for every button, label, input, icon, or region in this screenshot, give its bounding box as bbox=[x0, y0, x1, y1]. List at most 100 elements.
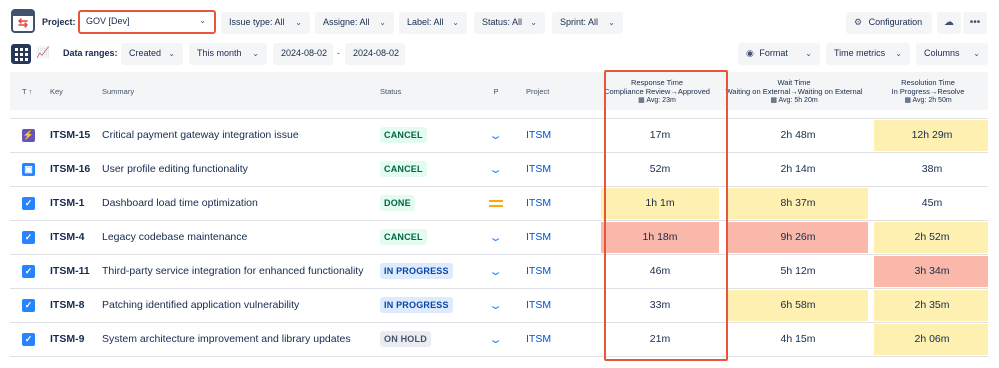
issue-type-task-icon: ✓ bbox=[22, 332, 35, 346]
issue-type-service-icon: ▣ bbox=[22, 162, 35, 176]
time-metrics-button[interactable]: Time metrics ⌄ bbox=[826, 43, 910, 65]
issue-summary[interactable]: Legacy codebase maintenance bbox=[96, 220, 374, 255]
project-select[interactable]: GOV [Dev] ⌄ bbox=[80, 12, 214, 32]
column-header-wait-time[interactable]: Wait Time Waiting on External→Waiting on… bbox=[720, 72, 868, 110]
period-value: This month bbox=[197, 48, 242, 58]
chevron-down-icon: ⌄ bbox=[199, 16, 206, 25]
column-header-project[interactable]: Project bbox=[520, 72, 594, 110]
column-header-priority[interactable]: P bbox=[472, 72, 520, 110]
resolution-time-value: 3h 34m bbox=[874, 255, 988, 287]
status-badge: CANCEL bbox=[380, 161, 427, 177]
issue-key[interactable]: ITSM-8 bbox=[44, 288, 96, 323]
filter-label: Label: All bbox=[407, 17, 444, 27]
priority-low-icon: ⌄ bbox=[488, 299, 504, 312]
project-link[interactable]: ITSM bbox=[520, 118, 594, 153]
issue-key[interactable]: ITSM-16 bbox=[44, 152, 96, 187]
table-row[interactable]: ✓ ITSM-11 Third-party service integration … bbox=[10, 254, 988, 289]
resolution-time-value: 2h 35m bbox=[874, 289, 988, 321]
status-filter[interactable]: Status: All ⌄ bbox=[474, 12, 545, 34]
issue-summary[interactable]: Dashboard load time optimization bbox=[96, 186, 374, 221]
more-options-icon[interactable]: ••• bbox=[963, 12, 987, 34]
project-link[interactable]: ITSM bbox=[520, 322, 594, 357]
date-from-value: 2024-08-02 bbox=[281, 48, 328, 58]
column-header-summary[interactable]: Summary bbox=[96, 72, 374, 110]
issue-type-incident-icon: ⚡ bbox=[22, 128, 35, 142]
format-button[interactable]: ◉ Format ⌄ bbox=[738, 43, 820, 65]
date-field-select[interactable]: Created ⌄ bbox=[121, 43, 183, 65]
issue-key[interactable]: ITSM-4 bbox=[44, 220, 96, 255]
chevron-down-icon: ⌄ bbox=[805, 49, 812, 58]
filter-label: Issue type: All bbox=[229, 17, 285, 27]
chart-view-icon[interactable]: 📈 bbox=[36, 46, 50, 59]
cloud-download-icon[interactable]: ☁ bbox=[937, 12, 961, 34]
issues-table: T ↑ Key Summary Status P Project Respons… bbox=[10, 72, 988, 357]
priority-low-icon: ⌄ bbox=[488, 265, 504, 278]
response-time-value: 46m bbox=[649, 264, 671, 277]
chevron-down-icon: ⌄ bbox=[252, 49, 259, 58]
project-link[interactable]: ITSM bbox=[520, 152, 594, 187]
project-link[interactable]: ITSM bbox=[520, 254, 594, 289]
project-link[interactable]: ITSM bbox=[520, 220, 594, 255]
table-row[interactable]: ✓ ITSM-8 Patching identified application v… bbox=[10, 288, 988, 323]
response-time-value: 21m bbox=[649, 332, 671, 345]
issue-summary[interactable]: Critical payment gateway integration iss… bbox=[96, 118, 374, 153]
priority-low-icon: ⌄ bbox=[488, 231, 504, 244]
metric-title: Wait Time bbox=[777, 77, 811, 87]
column-header-key[interactable]: Key bbox=[44, 72, 96, 110]
wait-time-value: 9h 26m bbox=[726, 221, 868, 253]
table-row[interactable]: ▣ ITSM-16 User profile editing functionali… bbox=[10, 152, 988, 187]
metric-title: Response Time bbox=[630, 77, 684, 87]
columns-label: Columns bbox=[924, 48, 960, 58]
format-label: Format bbox=[759, 48, 788, 58]
issue-summary[interactable]: Patching identified application vulnerab… bbox=[96, 288, 374, 323]
issue-type-filter[interactable]: Issue type: All ⌄ bbox=[221, 12, 310, 34]
metric-subtitle: Compliance Review→Approved bbox=[604, 86, 710, 96]
label-filter[interactable]: Label: All ⌄ bbox=[399, 12, 467, 34]
table-row[interactable]: ✓ ITSM-9 System architecture improvement a… bbox=[10, 322, 988, 357]
project-link[interactable]: ITSM bbox=[520, 288, 594, 323]
chevron-down-icon: ⌄ bbox=[895, 49, 902, 58]
table-row[interactable]: ✓ ITSM-4 Legacy codebase maintenance CANCEL… bbox=[10, 220, 988, 255]
grid-view-button[interactable] bbox=[11, 44, 31, 64]
assignee-filter[interactable]: Assigne: All ⌄ bbox=[315, 12, 394, 34]
response-time-value: 17m bbox=[649, 128, 671, 141]
column-header-resolution-time[interactable]: Resolution Time In Progress→Resolve ▦ Av… bbox=[868, 72, 988, 110]
issue-summary[interactable]: User profile editing functionality bbox=[96, 152, 374, 187]
configuration-button[interactable]: ⚙ Configuration bbox=[846, 12, 932, 34]
period-select[interactable]: This month ⌄ bbox=[189, 43, 267, 65]
date-to-input[interactable]: 2024-08-02 bbox=[345, 43, 405, 65]
resolution-time-value: 45m bbox=[921, 196, 943, 209]
columns-button[interactable]: Columns ⌄ bbox=[916, 43, 988, 65]
issue-key[interactable]: ITSM-9 bbox=[44, 322, 96, 357]
column-header-response-time[interactable]: Response Time Compliance Review→Approved… bbox=[594, 72, 720, 110]
priority-medium-icon bbox=[489, 199, 503, 207]
chevron-down-icon: ⌄ bbox=[379, 18, 386, 27]
time-metrics-label: Time metrics bbox=[834, 48, 886, 58]
priority-low-icon: ⌄ bbox=[488, 129, 504, 142]
issue-summary[interactable]: System architecture improvement and libr… bbox=[96, 322, 374, 357]
metric-subtitle: Waiting on External→Waiting on External bbox=[725, 86, 863, 96]
data-ranges-label: Data ranges: bbox=[63, 48, 118, 58]
status-badge: CANCEL bbox=[380, 127, 427, 143]
filter-label: Sprint: All bbox=[560, 17, 599, 27]
project-label: Project: bbox=[42, 17, 76, 27]
issue-key[interactable]: ITSM-15 bbox=[44, 118, 96, 153]
issue-key[interactable]: ITSM-1 bbox=[44, 186, 96, 221]
status-badge: IN PROGRESS bbox=[380, 297, 453, 313]
table-row[interactable]: ⚡ ITSM-15 Critical payment gateway integra… bbox=[10, 118, 988, 153]
issue-key[interactable]: ITSM-11 bbox=[44, 254, 96, 289]
date-field-value: Created bbox=[129, 48, 162, 58]
table-row[interactable]: ✓ ITSM-1 Dashboard load time optimization D… bbox=[10, 186, 988, 221]
project-link[interactable]: ITSM bbox=[520, 186, 594, 221]
column-header-type[interactable]: T ↑ bbox=[10, 72, 44, 110]
issue-summary[interactable]: Third-party service integration for enha… bbox=[96, 254, 374, 289]
date-from-input[interactable]: 2024-08-02 bbox=[273, 43, 333, 65]
resolution-time-value: 12h 29m bbox=[874, 119, 988, 151]
sprint-filter[interactable]: Sprint: All ⌄ bbox=[552, 12, 623, 34]
wait-time-value: 6h 58m bbox=[726, 289, 868, 321]
wait-time-value: 5h 12m bbox=[780, 264, 816, 277]
metric-title: Resolution Time bbox=[901, 77, 955, 87]
wait-time-value: 2h 14m bbox=[780, 162, 816, 175]
wait-time-value: 2h 48m bbox=[780, 128, 816, 141]
column-header-status[interactable]: Status bbox=[374, 72, 472, 110]
